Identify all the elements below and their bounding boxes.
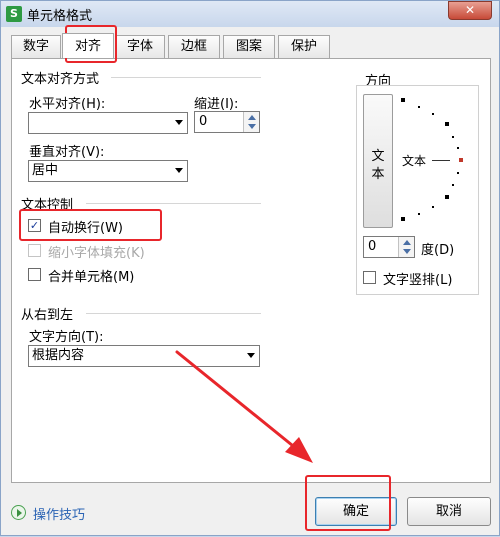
annotation-arrow [175,350,313,463]
tab-alignment[interactable]: 对齐 [62,33,114,58]
format-cells-dialog: S 单元格格式 ✕ 数字 对齐 字体 边框 图案 保护 文本对齐方式 水平对齐(… [0,0,500,536]
